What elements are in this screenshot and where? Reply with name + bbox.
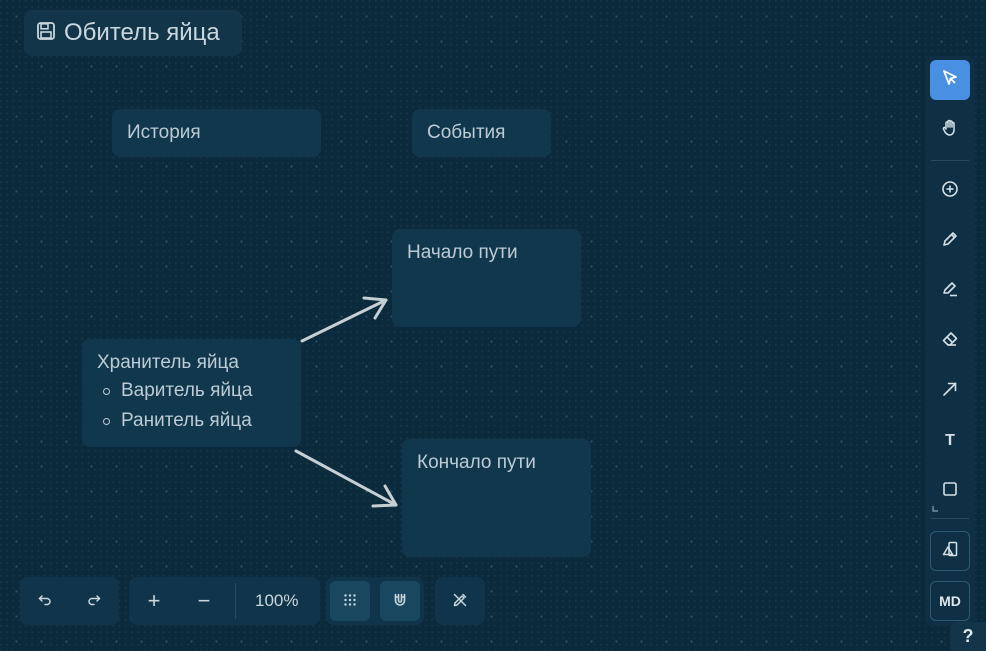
- tool-marker[interactable]: [930, 271, 970, 311]
- card-events[interactable]: События: [412, 109, 551, 157]
- card-keeper-list: Варитель яйца Ранитель яйца: [97, 380, 286, 432]
- pen-icon: [941, 230, 959, 253]
- redo-icon: [86, 588, 102, 614]
- select-cursor-icon: [941, 69, 959, 92]
- tool-pen[interactable]: [930, 221, 970, 261]
- card-start[interactable]: Начало пути: [392, 229, 581, 327]
- arrow-keeper-to-start[interactable]: [300, 296, 388, 343]
- tool-markdown[interactable]: MD: [930, 581, 970, 621]
- arrow-keeper-to-end[interactable]: [294, 449, 398, 508]
- zoom-divider: [235, 583, 236, 619]
- corner-indicator-icon: [932, 499, 940, 517]
- card-keeper[interactable]: Хранитель яйца Варитель яйца Ранитель яй…: [82, 339, 301, 447]
- eraser-icon: [941, 330, 959, 353]
- tool-select[interactable]: [930, 60, 970, 100]
- list-item: Варитель яйца: [103, 380, 286, 402]
- magnet-icon: [392, 588, 408, 614]
- snap-toggle-button[interactable]: [380, 581, 420, 621]
- plus-circle-icon: [941, 180, 959, 203]
- undo-button[interactable]: [25, 581, 65, 621]
- tool-text[interactable]: T: [930, 421, 970, 461]
- card-keeper-heading: Хранитель яйца: [97, 352, 239, 373]
- zoom-controls: + − 100%: [129, 577, 320, 625]
- zoom-level[interactable]: 100%: [255, 591, 298, 611]
- card-history-text: История: [127, 122, 201, 143]
- toolbar-divider: [931, 518, 969, 519]
- tool-hand[interactable]: [930, 110, 970, 150]
- extra-tools-controls: [435, 577, 485, 625]
- ruler-tool-button[interactable]: [440, 581, 480, 621]
- zoom-out-button[interactable]: −: [184, 581, 224, 621]
- undo-icon: [37, 588, 53, 614]
- shapes-icon: [941, 540, 959, 563]
- tool-shapes[interactable]: [930, 531, 970, 571]
- zoom-in-button[interactable]: +: [134, 581, 174, 621]
- card-events-text: События: [427, 122, 506, 143]
- toolbar-divider: [931, 160, 969, 161]
- tool-arrow[interactable]: [930, 371, 970, 411]
- card-history[interactable]: История: [112, 109, 321, 157]
- help-button[interactable]: ?: [950, 622, 986, 651]
- hand-icon: [941, 119, 959, 142]
- list-item: Ранитель яйца: [103, 410, 286, 432]
- board-title-text: Обитель яйца: [64, 19, 220, 46]
- grid-controls: [326, 577, 424, 625]
- board-title[interactable]: Обитель яйца: [24, 10, 242, 56]
- grid-toggle-button[interactable]: [330, 581, 370, 621]
- card-start-text: Начало пути: [407, 242, 518, 263]
- right-toolbar: T MD: [925, 56, 975, 626]
- save-icon: [36, 21, 56, 46]
- history-controls: [20, 577, 119, 625]
- markdown-icon: MD: [939, 593, 961, 609]
- card-end[interactable]: Кончало пути: [402, 439, 591, 557]
- rectangle-icon: [941, 480, 959, 503]
- tool-eraser[interactable]: [930, 321, 970, 361]
- card-end-text: Кончало пути: [417, 452, 536, 473]
- tool-add[interactable]: [930, 171, 970, 211]
- redo-button[interactable]: [74, 581, 114, 621]
- text-icon: T: [945, 432, 955, 449]
- ruler-pencil-icon: [452, 588, 468, 614]
- marker-icon: [941, 280, 959, 303]
- grid-icon: [342, 588, 358, 614]
- arrow-icon: [941, 380, 959, 403]
